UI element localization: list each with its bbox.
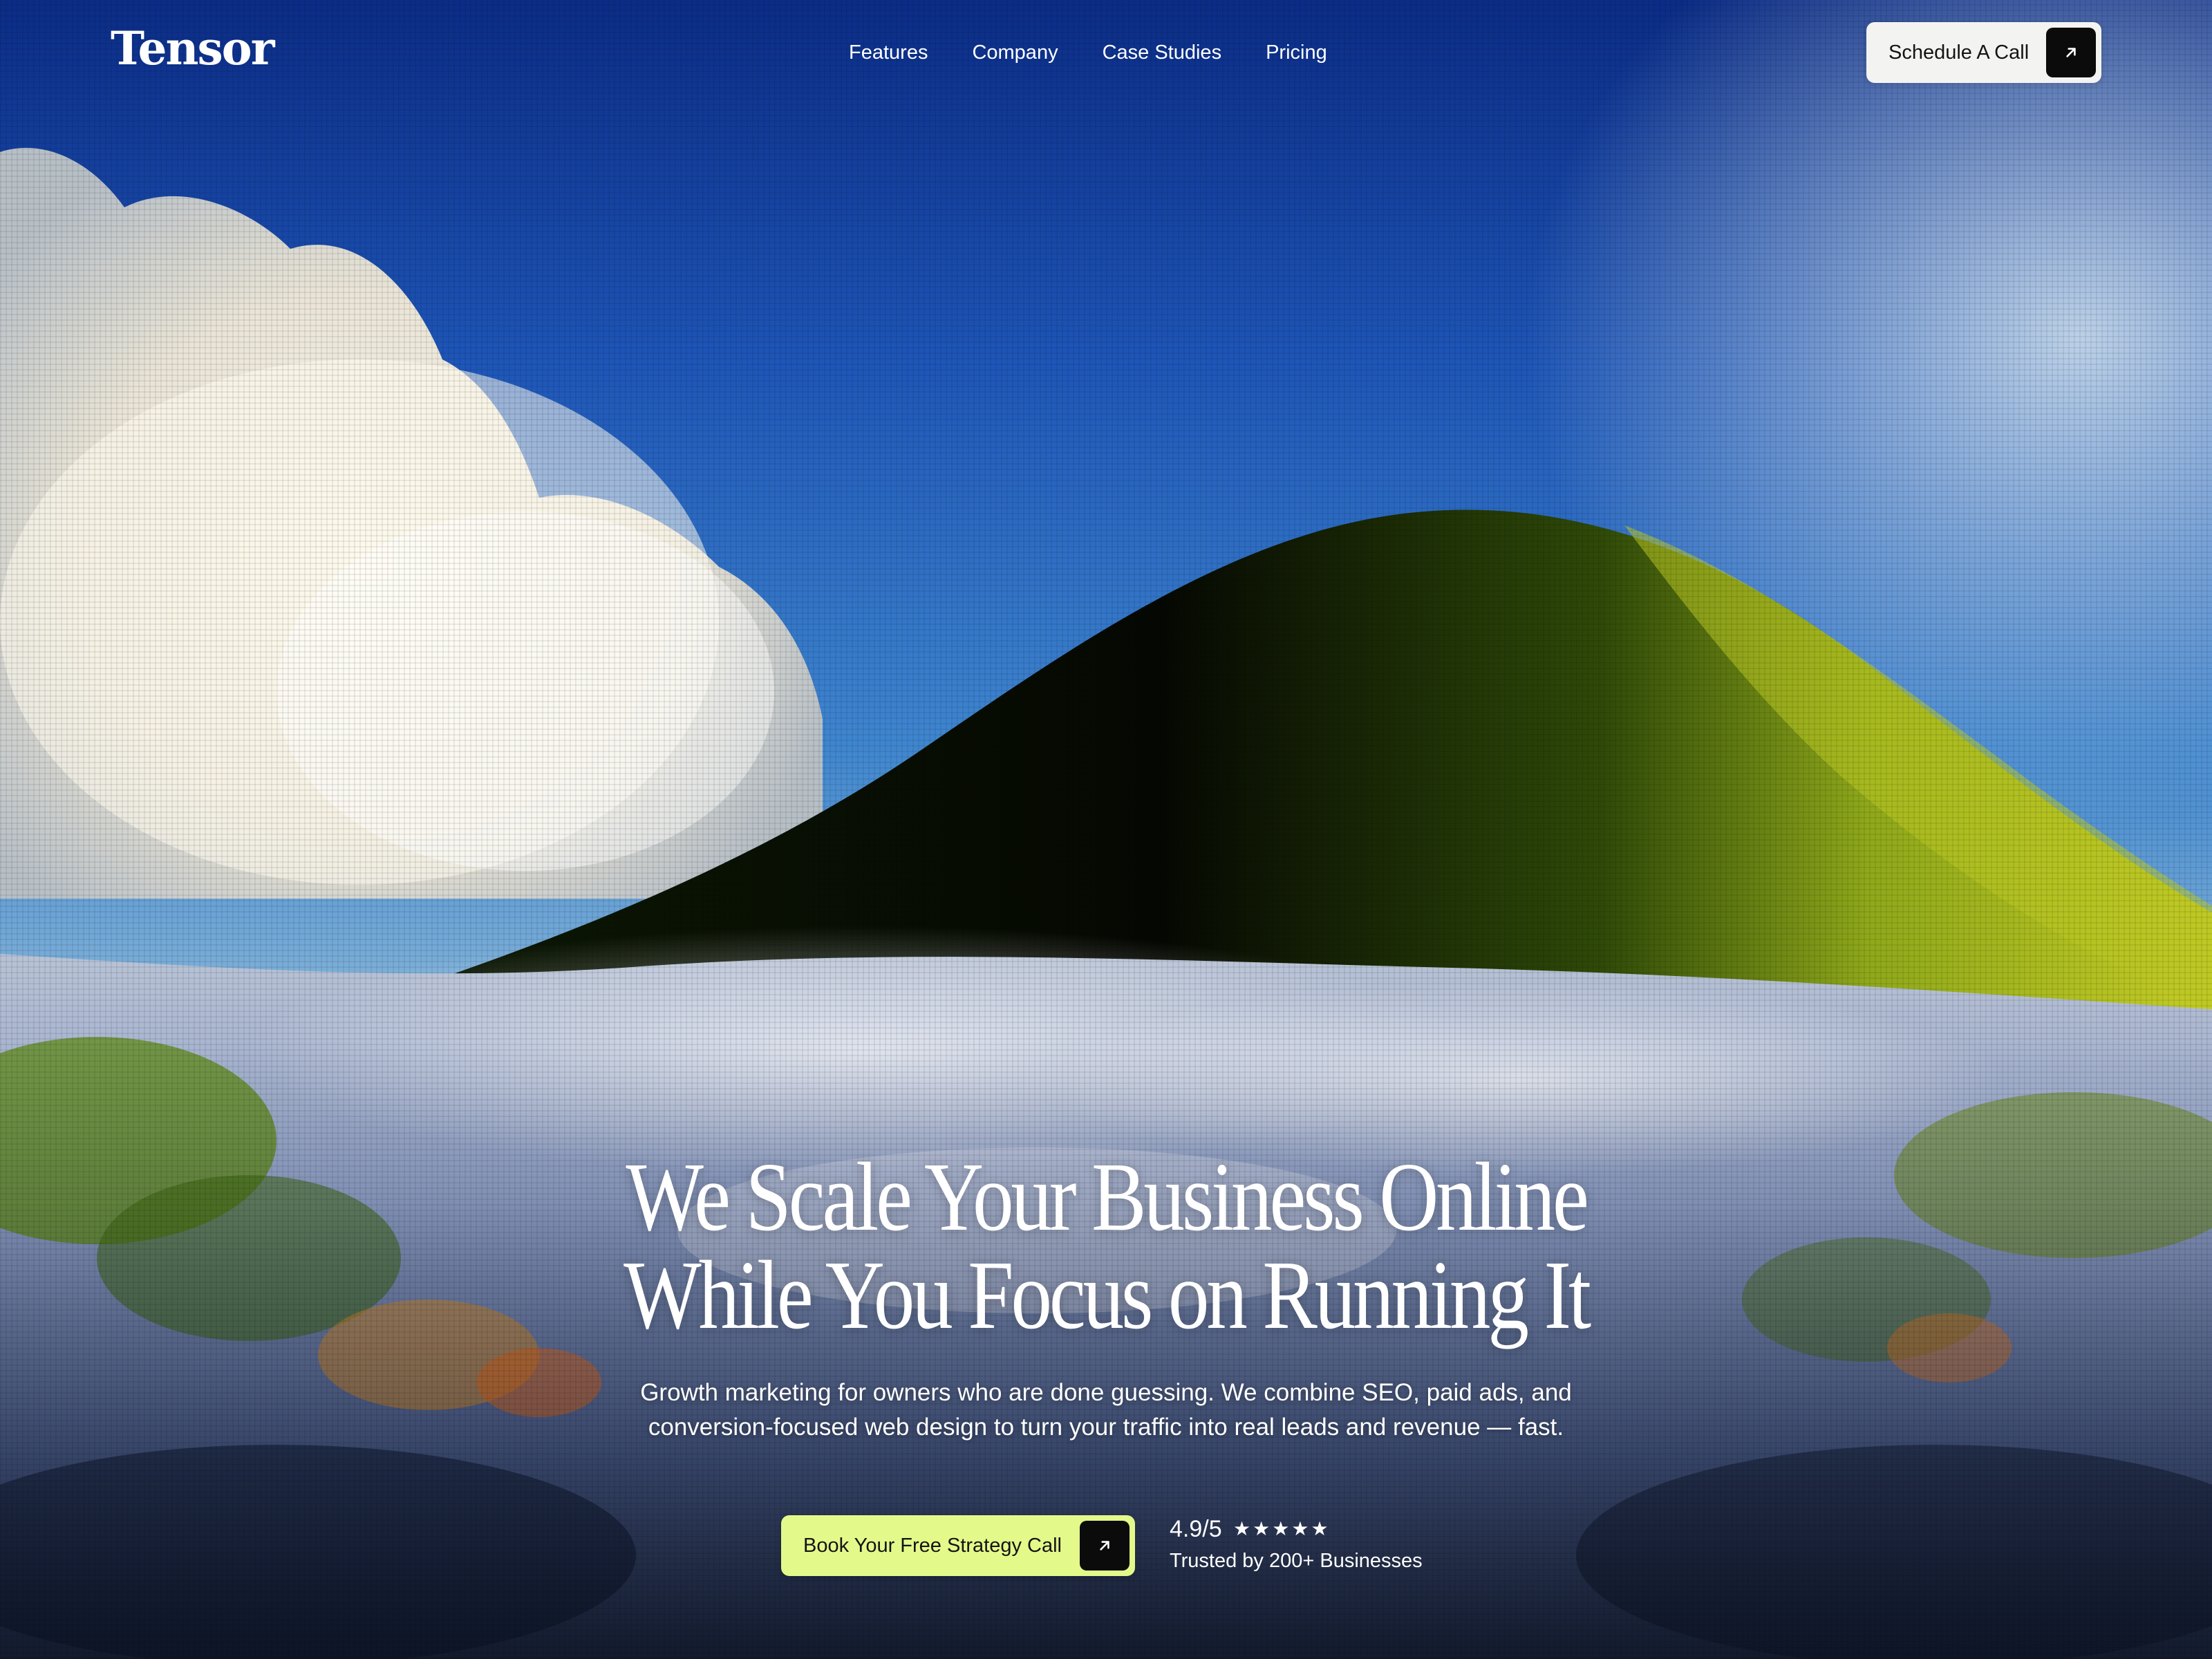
schedule-call-button[interactable]: Schedule A Call [1866, 22, 2101, 83]
rating-stars: ★ ★ ★ ★ ★ [1233, 1519, 1329, 1539]
nav-link-pricing[interactable]: Pricing [1266, 39, 1327, 66]
hero-title-line-1: We Scale Your Business Online [626, 1142, 1589, 1251]
nav-link-case-studies[interactable]: Case Studies [1103, 39, 1222, 66]
star-icon: ★ [1233, 1517, 1251, 1540]
rating-block: 4.9/5 ★ ★ ★ ★ ★ Trusted by 200+ Business… [1170, 1512, 1488, 1582]
hero-subtitle: Growth marketing for owners who are done… [640, 1379, 1572, 1441]
arrow-up-right-icon [1080, 1521, 1130, 1571]
star-icon: ★ [1311, 1517, 1329, 1540]
star-icon: ★ [1253, 1517, 1271, 1540]
rating-score: 4.9/5 [1170, 1516, 1222, 1542]
landing-page: Tensor Features Company Case Studies Pri… [0, 0, 2212, 1659]
book-strategy-call-button[interactable]: Book Your Free Strategy Call [781, 1515, 1135, 1576]
arrow-up-right-icon [2046, 28, 2096, 77]
rating-caption: Trusted by 200+ Businesses [1170, 1550, 1423, 1572]
brand-logo[interactable]: Tensor [111, 21, 274, 76]
star-icon: ★ [1272, 1517, 1290, 1540]
nav-links: Features Company Case Studies Pricing [849, 39, 1371, 66]
star-icon: ★ [1291, 1517, 1309, 1540]
top-navbar: Tensor Features Company Case Studies Pri… [0, 0, 2212, 104]
hero-title-line-2: While You Focus on Running It [624, 1240, 1591, 1349]
hero-title: We Scale Your Business Online While You … [525, 1147, 1687, 1344]
nav-link-company[interactable]: Company [972, 39, 1058, 66]
nav-link-features[interactable]: Features [849, 39, 928, 66]
book-strategy-call-label: Book Your Free Strategy Call [803, 1534, 1062, 1557]
schedule-call-label: Schedule A Call [1888, 41, 2030, 64]
